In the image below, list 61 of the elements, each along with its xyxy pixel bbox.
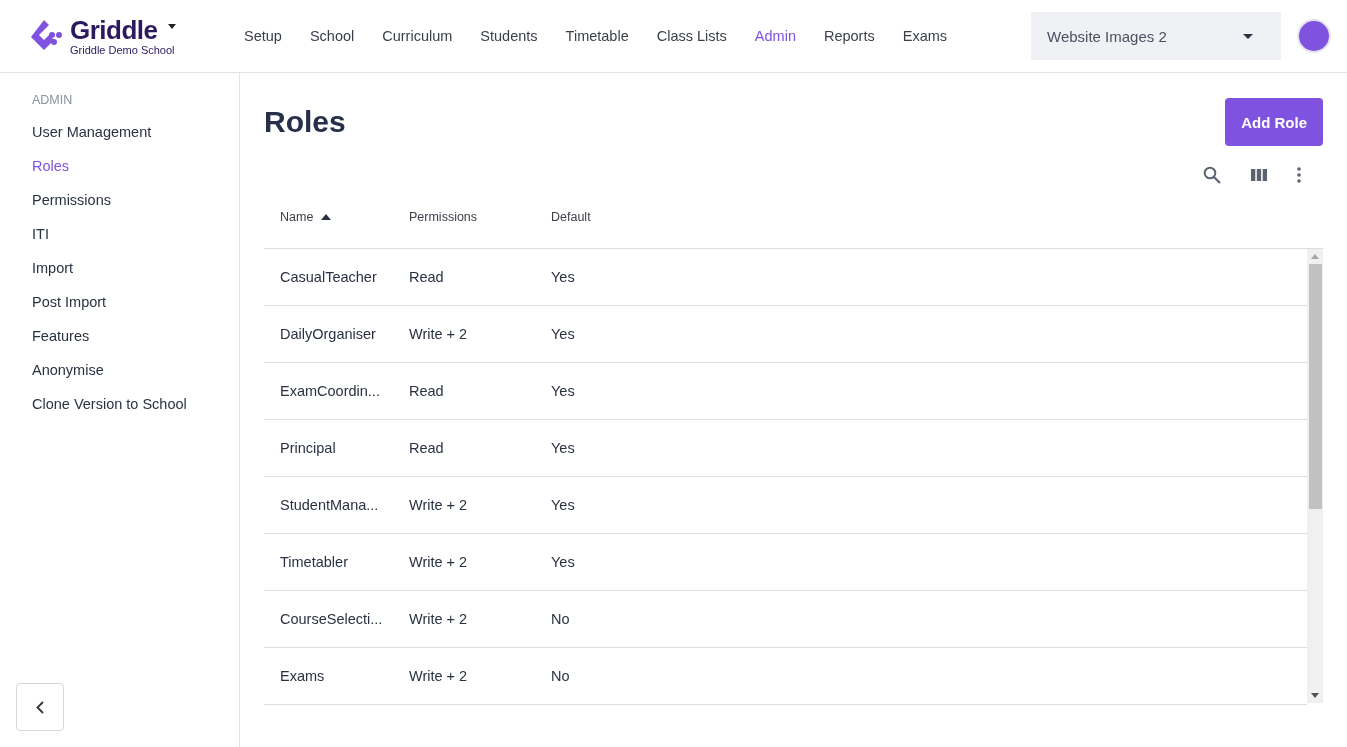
column-header[interactable]: Default [535, 209, 685, 224]
sidebar-heading: ADMIN [31, 93, 74, 109]
column-header[interactable]: Name [264, 209, 393, 224]
table-cell-text: Write + 2 [408, 326, 469, 342]
table-cell-text: Read [408, 269, 445, 285]
nav-link[interactable]: Class Lists [642, 28, 741, 44]
table-cell-text: Write + 2 [408, 554, 469, 570]
table-cell-text: Exams [279, 668, 326, 684]
school-name: Griddle Demo School [70, 44, 176, 56]
chevron-left-icon [36, 700, 44, 714]
page-title: Roles [264, 105, 346, 139]
table-cell-text: StudentMana... [279, 497, 380, 513]
table-cell-text: Yes [550, 269, 576, 285]
caret-icon [1243, 33, 1253, 39]
search-icon[interactable] [1203, 166, 1221, 184]
nav-link[interactable]: Exams [888, 28, 962, 44]
sidebar-item[interactable]: Permissions [16, 183, 239, 217]
table-cell-text: DailyOrganiser [279, 326, 377, 342]
table-cell-text: Yes [550, 383, 576, 399]
scroll-down-icon[interactable] [1311, 693, 1319, 698]
avatar[interactable] [1297, 19, 1331, 53]
scrollbar[interactable] [1307, 249, 1323, 703]
nav-link[interactable]: Timetable [551, 28, 643, 44]
table-cell-text: Yes [550, 326, 576, 342]
table-cell-text: CasualTeacher [279, 269, 378, 285]
table-cell-text: Write + 2 [408, 497, 469, 513]
table-cell-text: Read [408, 440, 445, 456]
table-cell-text: ExamCoordin... [279, 383, 381, 399]
add-role-button[interactable]: Add Role [1225, 98, 1323, 146]
sidebar-item[interactable]: Import [16, 251, 239, 285]
table-cell-text: Yes [550, 497, 576, 513]
caret-icon[interactable] [167, 24, 176, 29]
sidebar-item[interactable]: Roles [16, 149, 239, 183]
nav-link[interactable]: Students [466, 28, 552, 44]
table-cell-text: Write + 2 [408, 668, 469, 684]
nav-link[interactable]: School [295, 28, 369, 44]
table-cell-text: Yes [550, 440, 576, 456]
table-cell-text: Read [408, 383, 445, 399]
table-cell-text: Timetabler [279, 554, 349, 570]
nav-link[interactable]: Admin [740, 28, 810, 44]
table-cell-text: No [550, 611, 571, 627]
columns-icon[interactable] [1251, 169, 1267, 181]
sidebar-item[interactable]: Clone Version to School [16, 387, 239, 421]
sidebar-item[interactable]: ITI [16, 217, 239, 251]
sidebar-item[interactable]: User Management [16, 115, 239, 149]
griddle-logo-icon [30, 17, 64, 51]
sidebar-item[interactable]: Post Import [16, 285, 239, 319]
sidebar-item[interactable]: Anonymise [16, 353, 239, 387]
table-cell-text: Yes [550, 554, 576, 570]
nav-link[interactable]: Curriculum [368, 28, 467, 44]
sidebar-item[interactable]: Features [16, 319, 239, 353]
nav-link[interactable]: Reports [809, 28, 889, 44]
more-icon[interactable] [1297, 167, 1301, 183]
nav-link[interactable]: Setup [230, 28, 296, 44]
table-cell-text: Principal [279, 440, 337, 456]
column-header[interactable]: Permissions [393, 209, 535, 224]
table-cell-text: No [550, 668, 571, 684]
brand-name: Griddle [70, 16, 158, 44]
table-cell-text: CourseSelecti... [279, 611, 384, 627]
table-cell-text: Write + 2 [408, 611, 469, 627]
version-select[interactable]: Website Images 2 [1031, 12, 1281, 60]
